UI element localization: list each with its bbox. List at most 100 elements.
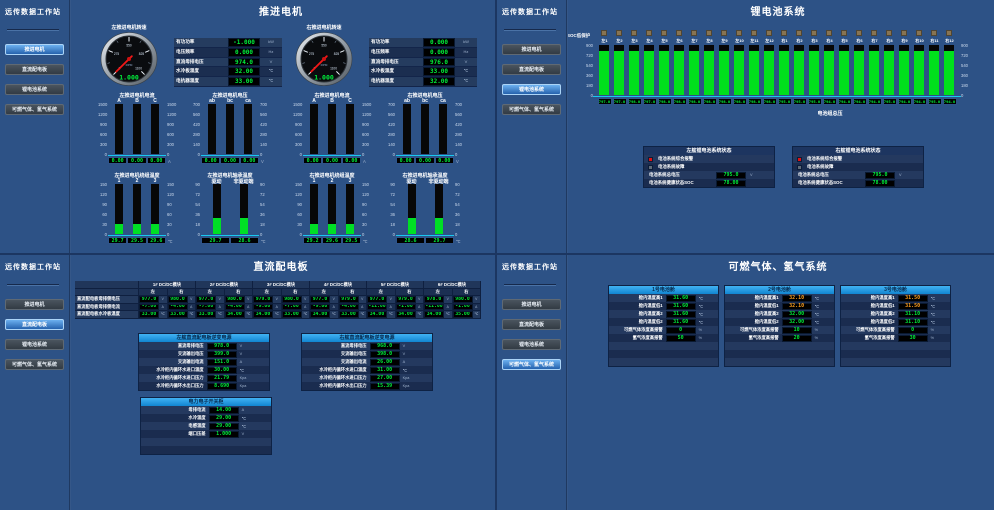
module-group-header: 6# DC/DC模块: [424, 281, 481, 289]
soc-indicator: [601, 30, 607, 36]
sidebar-title-divider: [504, 284, 556, 285]
bar: [403, 104, 411, 154]
unit-label: V: [416, 296, 424, 303]
unit-label: V: [239, 432, 271, 436]
battery-main-area: SOC低保护90090072072054054036036018018000左1…: [497, 0, 994, 253]
axis-tick-label: 0: [961, 93, 973, 98]
sidebar-item-2[interactable]: 直流配电板: [5, 64, 64, 75]
unit-label: A: [273, 304, 281, 311]
info-label: 水冷板温度: [174, 67, 228, 76]
battery-value: 794.0: [853, 98, 867, 105]
row-label: 水冷温度: [141, 415, 209, 421]
row-label: 交流输出电压: [139, 351, 207, 357]
bar: [133, 104, 141, 154]
axis-tick-label: 150: [293, 182, 302, 187]
panel-row: 舱内温度高231.10℃: [841, 310, 950, 318]
axis-tick-label: 54: [260, 202, 270, 207]
axis-tick-label: 30: [362, 222, 372, 227]
sidebar-item-3[interactable]: 锂电池系统: [502, 339, 561, 350]
info-row: 电压频率0.000Hz: [369, 48, 477, 58]
sidebar-item-4[interactable]: 可燃气体、氢气系统: [502, 359, 561, 370]
bar-fill: [133, 224, 141, 234]
module-group-header: 3# DC/DC模块: [253, 281, 310, 289]
axis-tick-label: 90: [167, 202, 177, 207]
axis-tick-label: 0: [293, 152, 302, 157]
row-label: 氢气浓度高报警: [841, 335, 898, 341]
bar: [213, 184, 221, 234]
sidebar-item-1[interactable]: 推进电机: [502, 44, 561, 55]
sidebar-item-1[interactable]: 推进电机: [5, 299, 64, 310]
row-label: 舱内温度低1: [725, 303, 782, 309]
sidebar-item-4[interactable]: 可燃气体、氢气系统: [502, 104, 561, 115]
empty-row: [841, 358, 950, 366]
battery-bar-fill: [809, 51, 819, 95]
row-label: 水冷柜内循环水进口压力: [139, 375, 207, 381]
row-value: 399.0: [207, 351, 237, 358]
axis-tick-label: 18: [191, 222, 200, 227]
panel-title: 电力电子开关柜: [141, 398, 271, 406]
battery-value: 794.0: [913, 98, 927, 105]
corner-cell: [75, 289, 139, 296]
module-value: -7.00: [139, 304, 159, 311]
battery-bar: [944, 45, 954, 95]
axis-tick-label: 700: [386, 102, 395, 107]
axis-tick-label: 60: [167, 212, 177, 217]
battery-value: 794.0: [838, 98, 852, 105]
row-value: 32.10: [782, 303, 812, 310]
sidebar-item-2[interactable]: 直流配电板: [502, 64, 561, 75]
panel-starboard-inverter: 右舷直流配电板逆变电源直流母排电压968.0V交流输出电压398.0V交流输出电…: [301, 333, 433, 391]
module-cell: 977.0V: [310, 296, 339, 304]
battery-bar: [734, 45, 744, 95]
soc-indicator: [856, 30, 862, 36]
axis-tick-label: 1200: [362, 112, 372, 117]
sidebar-item-3[interactable]: 锂电池系统: [502, 84, 561, 95]
sidebar-item-4[interactable]: 可燃气体、氢气系统: [5, 104, 64, 115]
panel-row: 直流母排电压968.0V: [302, 342, 432, 350]
battery-bar-fill: [869, 51, 879, 95]
dc-main-area: 1# DC/DC模块2# DC/DC模块3# DC/DC模块4# DC/DC模块…: [0, 255, 495, 510]
row-value: 26.00: [370, 359, 400, 366]
axis-tick-label: 18: [455, 222, 465, 227]
unit-label: A: [245, 304, 253, 311]
sidebar-item-1[interactable]: 推进电机: [502, 299, 561, 310]
battery-value: 798.0: [718, 98, 732, 105]
module-cell: 34.00℃: [396, 311, 425, 319]
bar: [244, 104, 252, 154]
panel-row: 交流输出电流26.00A: [302, 358, 432, 366]
empty-row: [841, 342, 950, 350]
sidebar-dc: 远传数据工作站推进电机直流配电板锂电池系统可燃气体、氢气系统: [0, 255, 69, 510]
module-value: 980.0: [282, 296, 302, 303]
info-value: 33.00: [423, 67, 455, 76]
soc-indicator: [826, 30, 832, 36]
module-value: -9.00: [310, 304, 330, 311]
gauge-title: 左推进电机转速: [90, 24, 168, 31]
panel-row: 母排电流14.00A: [141, 406, 271, 414]
bar-value: 0.00: [396, 157, 415, 164]
battery-bar: [824, 45, 834, 95]
sidebar-item-3[interactable]: 锂电池系统: [5, 339, 64, 350]
status-value: 795.0: [865, 172, 895, 179]
quadrant-propulsion-motor: 远传数据工作站推进电机直流配电板锂电池系统可燃气体、氢气系统 推进电机 左推进电…: [0, 0, 497, 255]
bar: [226, 104, 234, 154]
axis-tick-label: 720: [961, 53, 973, 58]
axis-tick-label: 36: [260, 212, 270, 217]
sidebar-item-1[interactable]: 推进电机: [5, 44, 64, 55]
axis-tick-label: 140: [455, 142, 465, 147]
panel-title: 2号电池舱: [725, 286, 834, 294]
bar-chart-group: 右推进电机电压abbcca700700560560420420280280140…: [386, 92, 464, 168]
axis-tick-label: 420: [455, 122, 465, 127]
bar-value: 0.00: [322, 157, 341, 164]
axis-tick-label: 300: [98, 142, 107, 147]
sidebar-item-4[interactable]: 可燃气体、氢气系统: [5, 359, 64, 370]
panel-row: 舱内温度低231.60℃: [609, 318, 718, 326]
sidebar-item-2[interactable]: 直流配电板: [502, 319, 561, 330]
sidebar-item-2[interactable]: 直流配电板: [5, 319, 64, 330]
chart-baseline: [593, 96, 961, 98]
sidebar-item-3[interactable]: 锂电池系统: [5, 84, 64, 95]
row-label: 舱内温度高1: [725, 295, 782, 301]
bar: [346, 104, 354, 154]
row-label: 舱内温度低1: [841, 303, 898, 309]
bar-chart-group: 右推进电机绕组温度1231501501201209090606030300029…: [293, 172, 371, 248]
battery-bar: [899, 45, 909, 95]
page-title-motor: 推进电机: [71, 3, 491, 18]
